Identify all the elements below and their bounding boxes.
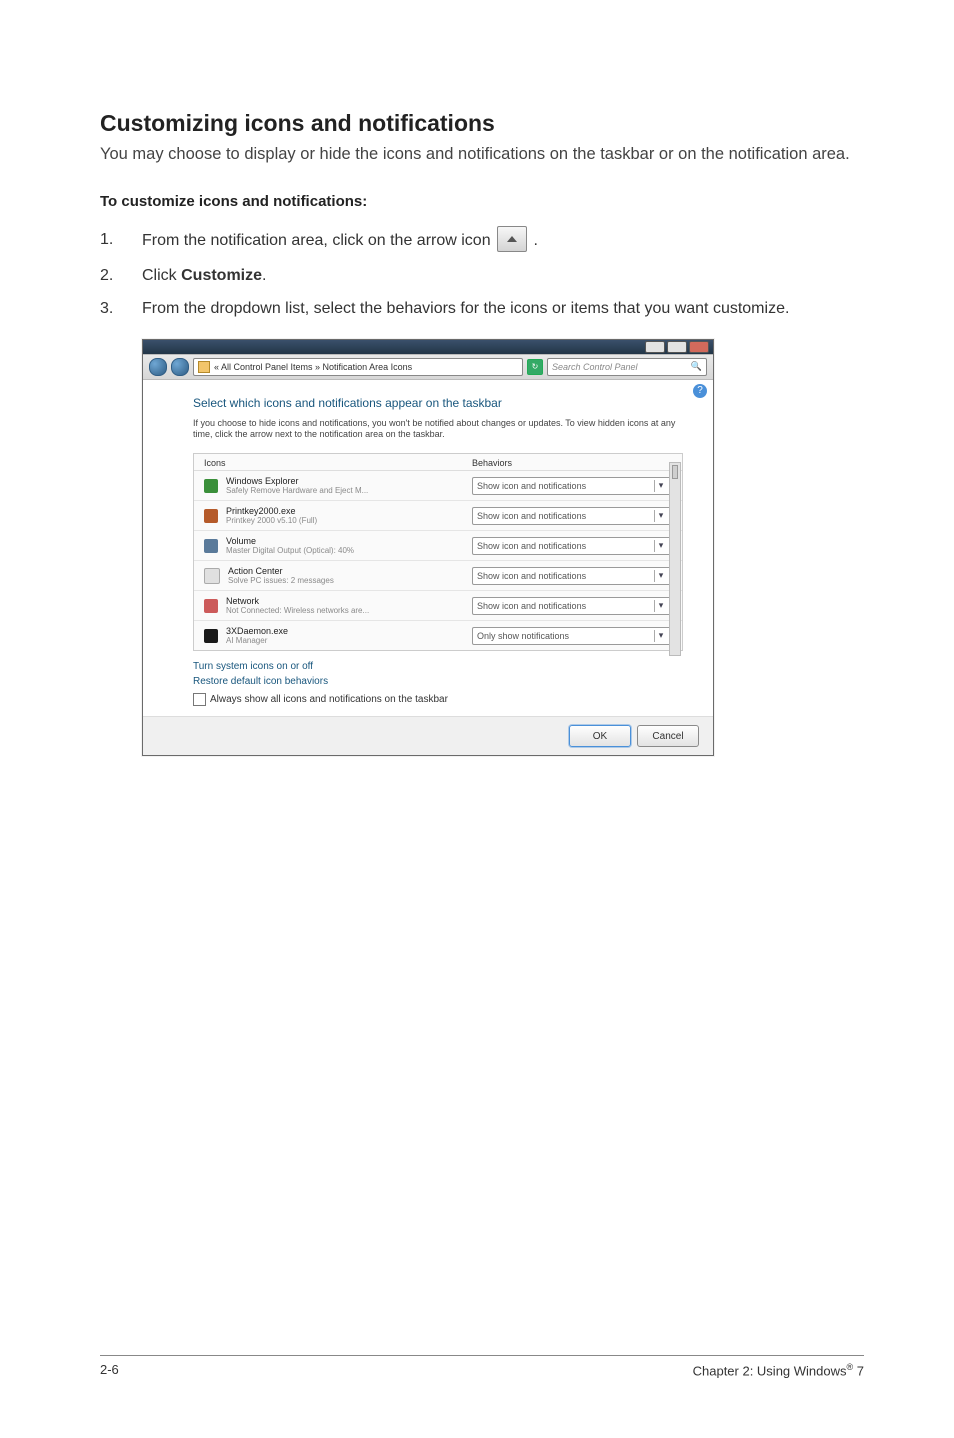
vertical-scrollbar[interactable] <box>669 462 681 656</box>
ok-button[interactable]: OK <box>569 725 631 747</box>
link-restore-defaults[interactable]: Restore default icon behaviors <box>193 676 683 687</box>
chapter-label: Chapter 2: Using Windows® 7 <box>693 1362 864 1378</box>
help-icon[interactable]: ? <box>693 384 707 398</box>
page-number: 2-6 <box>100 1362 119 1378</box>
window-heading: Select which icons and notifications app… <box>193 396 683 410</box>
chapter-text: Chapter 2: Using Windows <box>693 1363 847 1378</box>
ok-label: OK <box>593 731 607 742</box>
window-body: ? Select which icons and notifications a… <box>143 380 713 716</box>
step-2-bold: Customize <box>181 267 262 284</box>
app-icon <box>204 509 218 523</box>
minimize-button[interactable] <box>645 341 665 353</box>
app-icon <box>204 568 220 584</box>
window-controls <box>645 341 709 353</box>
behavior-value: Only show notifications <box>477 631 569 641</box>
table-row: Volume Master Digital Output (Optical): … <box>194 531 682 561</box>
folder-icon <box>198 361 210 373</box>
app-icon <box>204 479 218 493</box>
row-name: Printkey2000.exe <box>226 506 472 516</box>
behavior-dropdown[interactable]: Show icon and notifications ▾ <box>472 507 672 525</box>
table-row: Printkey2000.exe Printkey 2000 v5.10 (Fu… <box>194 501 682 531</box>
row-name: Action Center <box>228 566 472 576</box>
step-1-text-b: . <box>534 233 538 250</box>
behavior-dropdown[interactable]: Show icon and notifications ▾ <box>472 537 672 555</box>
icons-table: Icons Behaviors Windows Explorer Safely … <box>193 453 683 651</box>
row-sub: Printkey 2000 v5.10 (Full) <box>226 516 472 525</box>
row-name: Volume <box>226 536 472 546</box>
table-row: Action Center Solve PC issues: 2 message… <box>194 561 682 591</box>
search-input[interactable]: Search Control Panel 🔍 <box>547 358 707 376</box>
maximize-button[interactable] <box>667 341 687 353</box>
procedure-subhead: To customize icons and notifications: <box>100 193 864 210</box>
cancel-label: Cancel <box>652 731 683 742</box>
step-1: From the notification area, click on the… <box>100 228 864 254</box>
row-sub: AI Manager <box>226 636 472 645</box>
behavior-value: Show icon and notifications <box>477 481 586 491</box>
table-row: 3XDaemon.exe AI Manager Only show notifi… <box>194 621 682 650</box>
window-description: If you choose to hide icons and notifica… <box>193 418 683 441</box>
row-sub: Safely Remove Hardware and Eject M... <box>226 486 472 495</box>
app-icon <box>204 599 218 613</box>
page-heading: Customizing icons and notifications <box>100 110 864 137</box>
link-turn-system-icons[interactable]: Turn system icons on or off <box>193 661 683 672</box>
row-name: Network <box>226 596 472 606</box>
nav-back-button[interactable] <box>149 358 167 376</box>
dialog-buttons: OK Cancel <box>143 716 713 755</box>
page-footer: 2-6 Chapter 2: Using Windows® 7 <box>100 1355 864 1378</box>
behavior-value: Show icon and notifications <box>477 511 586 521</box>
row-sub: Not Connected: Wireless networks are... <box>226 606 472 615</box>
table-row: Windows Explorer Safely Remove Hardware … <box>194 471 682 501</box>
search-placeholder: Search Control Panel <box>552 362 638 372</box>
checkbox-icon[interactable] <box>193 693 206 706</box>
behavior-dropdown[interactable]: Show icon and notifications ▾ <box>472 597 672 615</box>
step-2-text-b: . <box>262 267 266 284</box>
app-icon <box>204 539 218 553</box>
behavior-value: Show icon and notifications <box>477 601 586 611</box>
row-name: 3XDaemon.exe <box>226 626 472 636</box>
steps-list: From the notification area, click on the… <box>100 228 864 320</box>
nav-forward-button[interactable] <box>171 358 189 376</box>
arrow-up-icon <box>497 226 527 252</box>
row-sub: Master Digital Output (Optical): 40% <box>226 546 472 555</box>
notification-area-icons-window: « All Control Panel Items » Notification… <box>142 339 714 756</box>
chevron-down-icon: ▾ <box>654 600 667 612</box>
intro-paragraph: You may choose to display or hide the ic… <box>100 143 864 165</box>
close-button[interactable] <box>689 341 709 353</box>
chevron-down-icon: ▾ <box>654 480 667 492</box>
checkbox-label: Always show all icons and notifications … <box>210 694 448 705</box>
breadcrumb-text: « All Control Panel Items » Notification… <box>214 362 412 372</box>
chevron-down-icon: ▾ <box>654 630 667 642</box>
document-page: Customizing icons and notifications You … <box>0 0 954 1438</box>
window-titlebar <box>143 340 713 354</box>
refresh-icon[interactable]: ↻ <box>527 359 543 375</box>
app-icon <box>204 629 218 643</box>
step-1-text-a: From the notification area, click on the… <box>142 233 495 250</box>
address-extras: ↻ <box>527 359 543 375</box>
address-bar-row: « All Control Panel Items » Notification… <box>143 354 713 380</box>
behavior-dropdown[interactable]: Only show notifications ▾ <box>472 627 672 645</box>
table-row: Network Not Connected: Wireless networks… <box>194 591 682 621</box>
step-3: From the dropdown list, select the behav… <box>100 297 864 320</box>
row-name: Windows Explorer <box>226 476 472 486</box>
row-sub: Solve PC issues: 2 messages <box>228 576 472 585</box>
links-section: Turn system icons on or off Restore defa… <box>193 661 683 687</box>
behavior-dropdown[interactable]: Show icon and notifications ▾ <box>472 567 672 585</box>
header-icons: Icons <box>204 458 472 468</box>
step-3-text: From the dropdown list, select the behav… <box>142 297 864 320</box>
chapter-num: 7 <box>853 1363 864 1378</box>
table-header: Icons Behaviors <box>194 454 682 471</box>
step-2: Click Customize. <box>100 264 864 287</box>
chevron-down-icon: ▾ <box>654 540 667 552</box>
behavior-value: Show icon and notifications <box>477 541 586 551</box>
chevron-down-icon: ▾ <box>654 510 667 522</box>
search-icon: 🔍 <box>691 361 702 372</box>
header-behaviors: Behaviors <box>472 458 672 468</box>
behavior-value: Show icon and notifications <box>477 571 586 581</box>
step-2-text-a: Click <box>142 267 181 284</box>
behavior-dropdown[interactable]: Show icon and notifications ▾ <box>472 477 672 495</box>
breadcrumb[interactable]: « All Control Panel Items » Notification… <box>193 358 523 376</box>
chevron-down-icon: ▾ <box>654 570 667 582</box>
always-show-checkbox-row[interactable]: Always show all icons and notifications … <box>193 693 683 706</box>
cancel-button[interactable]: Cancel <box>637 725 699 747</box>
